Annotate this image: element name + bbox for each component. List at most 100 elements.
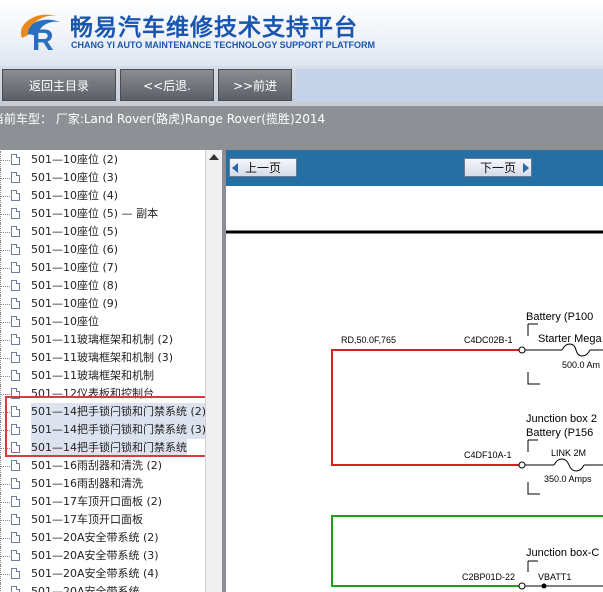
tree-connector: [0, 250, 10, 251]
tree-item[interactable]: 501—17车顶开口面板: [0, 511, 205, 529]
battery2-label: Battery (P156: [526, 427, 593, 439]
tree-item[interactable]: 501—10座位 (6): [0, 241, 205, 259]
document-icon: [11, 172, 20, 183]
battery1-label: Battery (P100: [526, 311, 593, 323]
tree-item[interactable]: 501—10座位 (5): [0, 223, 205, 241]
tree-connector: [0, 394, 10, 395]
tree-item[interactable]: 501—20A安全带系统: [0, 583, 205, 592]
tree-connector: [0, 574, 10, 575]
tree-item[interactable]: 501—10座位: [0, 313, 205, 331]
wire1-label: RD,50.0F,765: [341, 335, 396, 345]
tree-item-label: 501—16雨刮器和清洗 (2): [31, 459, 163, 472]
document-icon: [11, 496, 20, 507]
tree-item[interactable]: 501—10座位 (5) — 副本: [0, 205, 205, 223]
tree-item-label: 501—10座位 (3): [31, 171, 119, 184]
battery2-bracket: [527, 439, 540, 495]
tree-connector: [0, 538, 10, 539]
document-icon: [11, 226, 20, 237]
tree-connector: [0, 196, 10, 197]
svg-text:R: R: [32, 24, 54, 54]
document-icon: [11, 370, 20, 381]
scroll-up-arrow-icon[interactable]: [209, 154, 219, 160]
current-vehicle-label: 当前车型： 厂家:Land Rover(路虎)Range Rover(揽胜)20…: [0, 112, 326, 126]
document-icon: [11, 460, 20, 471]
red-wire: [331, 349, 522, 466]
document-icon: [11, 550, 20, 561]
wiring-diagram: RD,50.0F,765 C4DC02B-1 Battery (P100 Sta…: [226, 230, 603, 590]
tree-connector: [0, 178, 10, 179]
tree-item-label: 501—11玻璃框架和机制 (2): [31, 333, 174, 346]
forward-button[interactable]: >>前进: [218, 69, 292, 101]
tree-item[interactable]: 501—10座位 (4): [0, 187, 205, 205]
connector-1-pin: [518, 346, 526, 354]
tree-item[interactable]: 501—11玻璃框架和机制 (2): [0, 331, 205, 349]
junction1-label: Junction box 2: [526, 413, 597, 425]
tree-connector: [0, 286, 10, 287]
amps2-label: 350.0 Amps: [544, 474, 592, 484]
junction2-bracket: [527, 560, 538, 572]
tree-connector: [0, 520, 10, 521]
tree-item[interactable]: 501—10座位 (8): [0, 277, 205, 295]
tree-item[interactable]: 501—10座位 (2): [0, 151, 205, 169]
tree-connector: [0, 376, 10, 377]
tree-item[interactable]: 501—20A安全带系统 (2): [0, 529, 205, 547]
document-icon: [11, 280, 20, 291]
app-subtitle: CHANG YI AUTO MAINTENANCE TECHNOLOGY SUP…: [71, 40, 376, 50]
tree-item[interactable]: 501—20A安全带系统 (4): [0, 565, 205, 583]
connector-2-pin: [518, 461, 526, 469]
tree-connector: [0, 160, 10, 161]
next-page-button[interactable]: 下一页: [464, 158, 532, 177]
tree-item[interactable]: 501—20A安全带系统 (3): [0, 547, 205, 565]
prev-page-button[interactable]: 上一页: [229, 158, 297, 177]
tree-connector: [0, 466, 10, 467]
tree-connector: [0, 214, 10, 215]
tree-connector: [0, 340, 10, 341]
tree-item[interactable]: 501—10座位 (9): [0, 295, 205, 313]
tree-connector: [0, 502, 10, 503]
tree-item-label: 501—10座位 (5) — 副本: [31, 207, 159, 220]
tree-item-label: 501—10座位 (7): [31, 261, 119, 274]
tree-connector: [0, 583, 1, 592]
document-icon: [11, 244, 20, 255]
tree-item-label: 501—20A安全带系统: [31, 585, 140, 592]
home-button[interactable]: 返回主目录: [2, 69, 116, 101]
document-icon: [11, 208, 20, 219]
document-icon: [11, 154, 20, 165]
tree-item[interactable]: 501—11玻璃框架和机制: [0, 367, 205, 385]
tree-item[interactable]: 501—17车顶开口面板 (2): [0, 493, 205, 511]
document-icon: [11, 478, 20, 489]
fuse2-icon: [553, 458, 585, 472]
back-button[interactable]: <<后退.: [120, 69, 214, 101]
amps1-label: 500.0 Am: [562, 360, 600, 370]
tree-connector: [0, 232, 10, 233]
cy-logo-icon: R: [20, 14, 60, 54]
document-icon: [11, 532, 20, 543]
starter-label: Starter Mega: [538, 333, 602, 345]
document-icon: [11, 514, 20, 525]
tree-item[interactable]: 501—16雨刮器和清洗 (2): [0, 457, 205, 475]
left-arrow-icon: [232, 163, 238, 173]
tree-item-label: 501—10座位: [31, 315, 99, 328]
tree-item-label: 501—17车顶开口面板 (2): [31, 495, 163, 508]
page-nav-bar: 上一页 下一页: [226, 150, 603, 186]
tree-connector: [0, 484, 10, 485]
tree-item-label: 501—10座位 (9): [31, 297, 119, 310]
next-page-label: 下一页: [479, 161, 516, 175]
junction2-label: Junction box-C: [526, 547, 599, 559]
tree-item[interactable]: 501—10座位 (3): [0, 169, 205, 187]
tree-connector: [0, 556, 10, 557]
document-icon: [11, 298, 20, 309]
vehicle-bar-strip: [0, 132, 603, 150]
document-icon: [11, 316, 20, 327]
tree-item-label: 501—17车顶开口面板: [31, 513, 143, 526]
app-header: R 畅易汽车维修技术支持平台 CHANG YI AUTO MAINTENANCE…: [0, 0, 603, 66]
main-toolbar: 返回主目录 <<后退. >>前进: [0, 66, 603, 106]
tree-item-label: 501—20A安全带系统 (3): [31, 549, 159, 562]
tree-item[interactable]: 501—16雨刮器和清洗: [0, 475, 205, 493]
tree-item[interactable]: 501—10座位 (7): [0, 259, 205, 277]
document-icon: [11, 190, 20, 201]
tree-item[interactable]: 501—11玻璃框架和机制 (3): [0, 349, 205, 367]
document-icon: [11, 262, 20, 273]
tree-connector: [0, 304, 10, 305]
tree-scrollbar[interactable]: [205, 150, 222, 592]
